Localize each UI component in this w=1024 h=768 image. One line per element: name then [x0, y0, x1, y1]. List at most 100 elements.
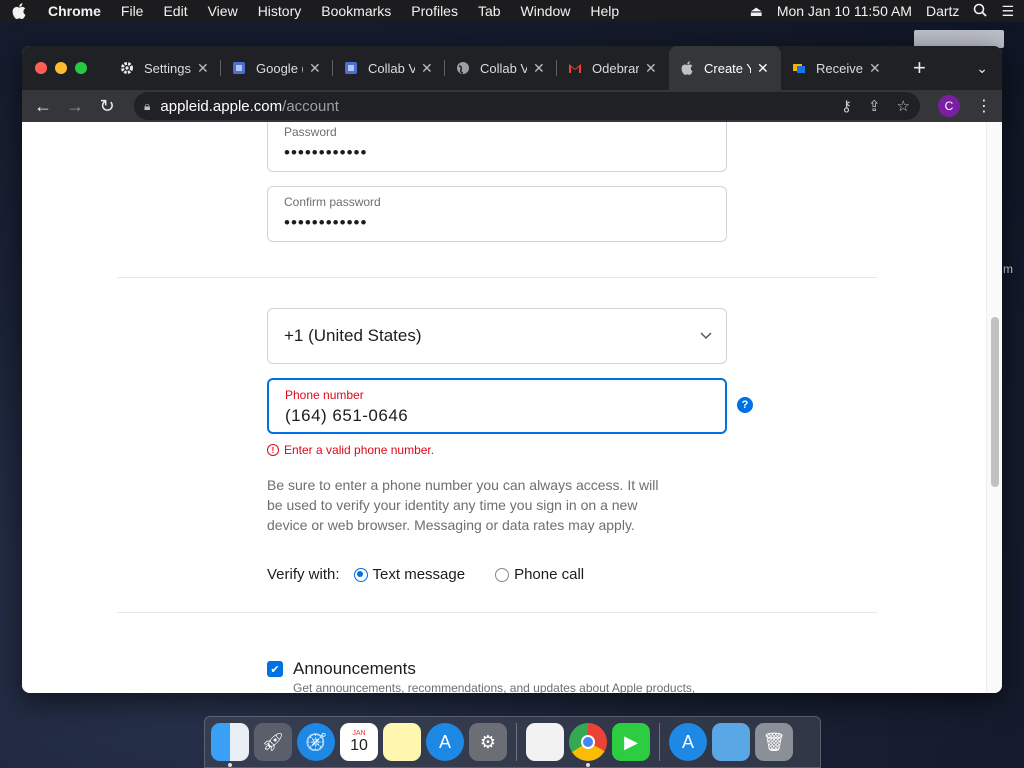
control-center-icon[interactable]: ☰: [1001, 3, 1014, 20]
app-store-icon[interactable]: A: [426, 723, 464, 761]
notes-icon[interactable]: [383, 723, 421, 761]
menubar-user[interactable]: Dartz: [926, 3, 959, 19]
launchpad-icon[interactable]: 🚀︎: [254, 723, 292, 761]
system-preferences-icon[interactable]: ⚙: [469, 723, 507, 761]
gmail-icon: [567, 60, 583, 76]
password-field[interactable]: Password ••••••••••••: [267, 122, 727, 172]
tab-google[interactable]: Google ( ✕: [221, 46, 333, 90]
safari-icon[interactable]: 🧭︎: [297, 723, 335, 761]
scrollbar-thumb[interactable]: [991, 317, 999, 487]
menu-edit[interactable]: Edit: [163, 3, 187, 19]
facetime-icon[interactable]: ▶: [612, 723, 650, 761]
dock: 🚀︎ 🧭︎ JAN 10 A ⚙ ▶ A 🗑︎: [204, 716, 821, 768]
menu-app-name[interactable]: Chrome: [48, 3, 101, 19]
announcements-subtext: Get announcements, recommendations, and …: [293, 681, 696, 693]
spotlight-search-icon[interactable]: [973, 3, 988, 20]
tab-close-icon[interactable]: ✕: [309, 60, 323, 77]
finder-icon[interactable]: [211, 723, 249, 767]
tab-close-icon[interactable]: ✕: [757, 60, 771, 77]
error-text: Enter a valid phone number.: [284, 443, 435, 457]
error-icon: !: [267, 444, 279, 456]
menu-tab[interactable]: Tab: [478, 3, 501, 19]
radio-phone-call-label[interactable]: Phone call: [514, 566, 584, 583]
confirm-password-value: ••••••••••••: [284, 213, 368, 232]
country-code-value: +1 (United States): [284, 326, 422, 345]
close-window-button[interactable]: [35, 62, 47, 74]
menu-help[interactable]: Help: [590, 3, 619, 19]
menu-view[interactable]: View: [208, 3, 238, 19]
app-store-icon[interactable]: A: [669, 723, 707, 761]
radio-text-message-label[interactable]: Text message: [373, 566, 466, 583]
key-icon[interactable]: ⚷: [841, 97, 852, 115]
menu-bar: Chrome File Edit View History Bookmarks …: [0, 0, 1024, 22]
chevron-down-icon: [700, 327, 712, 343]
phone-number-label: Phone number: [285, 388, 364, 402]
apple-menu-icon[interactable]: [10, 2, 28, 20]
page-scrollbar[interactable]: [986, 122, 1002, 693]
zoom-window-button[interactable]: [75, 62, 87, 74]
tab-search-chevron-icon[interactable]: ⌄: [976, 60, 988, 77]
tab-label: Odebrar: [592, 60, 639, 76]
address-bar[interactable]: 🔒︎ appleid.apple.com /account ⚷ ⇪ ☆: [134, 92, 920, 120]
globe-icon: [455, 60, 471, 76]
menubar-datetime[interactable]: Mon Jan 10 11:50 AM: [777, 3, 912, 19]
tab-create-apple-id[interactable]: Create Y ✕: [669, 46, 781, 90]
back-arrow-icon[interactable]: ←: [32, 96, 54, 117]
tab-collab-2[interactable]: Collab V ✕: [445, 46, 557, 90]
profile-avatar[interactable]: C: [938, 95, 960, 117]
verify-with-group: Verify with: Text message Phone call: [267, 566, 614, 583]
browser-toolbar: ← → ↻ 🔒︎ appleid.apple.com /account ⚷ ⇪ …: [22, 90, 1002, 122]
google-meet-icon: [343, 60, 359, 76]
menu-file[interactable]: File: [121, 3, 144, 19]
radio-unselected-icon[interactable]: [495, 567, 510, 582]
new-tab-button[interactable]: +: [913, 55, 926, 81]
country-code-select[interactable]: +1 (United States): [267, 308, 727, 364]
announcements-option[interactable]: ✔ Announcements: [267, 659, 416, 679]
menu-history[interactable]: History: [258, 3, 302, 19]
phone-number-field[interactable]: Phone number (164) 651-0646: [267, 378, 727, 434]
menu-profiles[interactable]: Profiles: [411, 3, 458, 19]
url-host: appleid.apple.com: [160, 97, 283, 115]
checkbox-checked-icon[interactable]: ✔: [267, 661, 283, 677]
radio-phone-call[interactable]: Phone call: [495, 566, 584, 583]
menu-bookmarks[interactable]: Bookmarks: [321, 3, 391, 19]
tab-close-icon[interactable]: ✕: [645, 60, 659, 77]
browser-window: Settings ✕ Google ( ✕ Collab V ✕ Collab …: [22, 46, 1002, 693]
more-menu-icon[interactable]: ⋮: [976, 96, 992, 116]
url-path: /account: [282, 97, 339, 115]
radio-text-message[interactable]: Text message: [353, 566, 466, 583]
tab-close-icon[interactable]: ✕: [197, 60, 211, 77]
textedit-icon[interactable]: [526, 723, 564, 761]
share-icon[interactable]: ⇪: [868, 97, 881, 115]
calendar-day: 10: [350, 736, 368, 754]
tab-gmail[interactable]: Odebrar ✕: [557, 46, 669, 90]
forward-arrow-icon[interactable]: →: [64, 96, 86, 117]
tab-close-icon[interactable]: ✕: [421, 60, 435, 77]
chrome-icon[interactable]: [569, 723, 607, 767]
phone-info-text: Be sure to enter a phone number you can …: [267, 477, 659, 533]
phone-error-message: ! Enter a valid phone number.: [267, 443, 434, 457]
desktop-partial-text: m: [1003, 262, 1013, 276]
tab-receive-sms[interactable]: Receive ✕: [781, 46, 893, 90]
tab-close-icon[interactable]: ✕: [533, 60, 547, 77]
minimize-window-button[interactable]: [55, 62, 67, 74]
folder-icon[interactable]: [712, 723, 750, 761]
lock-icon[interactable]: 🔒︎: [144, 99, 150, 114]
phone-number-value: (164) 651-0646: [285, 406, 409, 425]
confirm-password-field[interactable]: Confirm password ••••••••••••: [267, 186, 727, 242]
google-meet-icon: [231, 60, 247, 76]
eject-icon[interactable]: ⏏: [750, 3, 763, 20]
calendar-icon[interactable]: JAN 10: [340, 723, 378, 761]
announcements-title[interactable]: Announcements: [293, 659, 416, 679]
trash-icon[interactable]: 🗑︎: [755, 723, 793, 761]
tab-collab-1[interactable]: Collab V ✕: [333, 46, 445, 90]
tab-close-icon[interactable]: ✕: [869, 60, 883, 77]
help-icon[interactable]: ?: [737, 397, 753, 413]
tab-strip: Settings ✕ Google ( ✕ Collab V ✕ Collab …: [22, 46, 1002, 90]
reload-icon[interactable]: ↻: [96, 96, 118, 117]
bookmark-star-icon[interactable]: ☆: [897, 97, 910, 115]
tab-settings[interactable]: Settings ✕: [109, 46, 221, 90]
menu-window[interactable]: Window: [521, 3, 571, 19]
radio-selected-icon[interactable]: [353, 567, 368, 582]
tab-label: Create Y: [704, 60, 751, 76]
